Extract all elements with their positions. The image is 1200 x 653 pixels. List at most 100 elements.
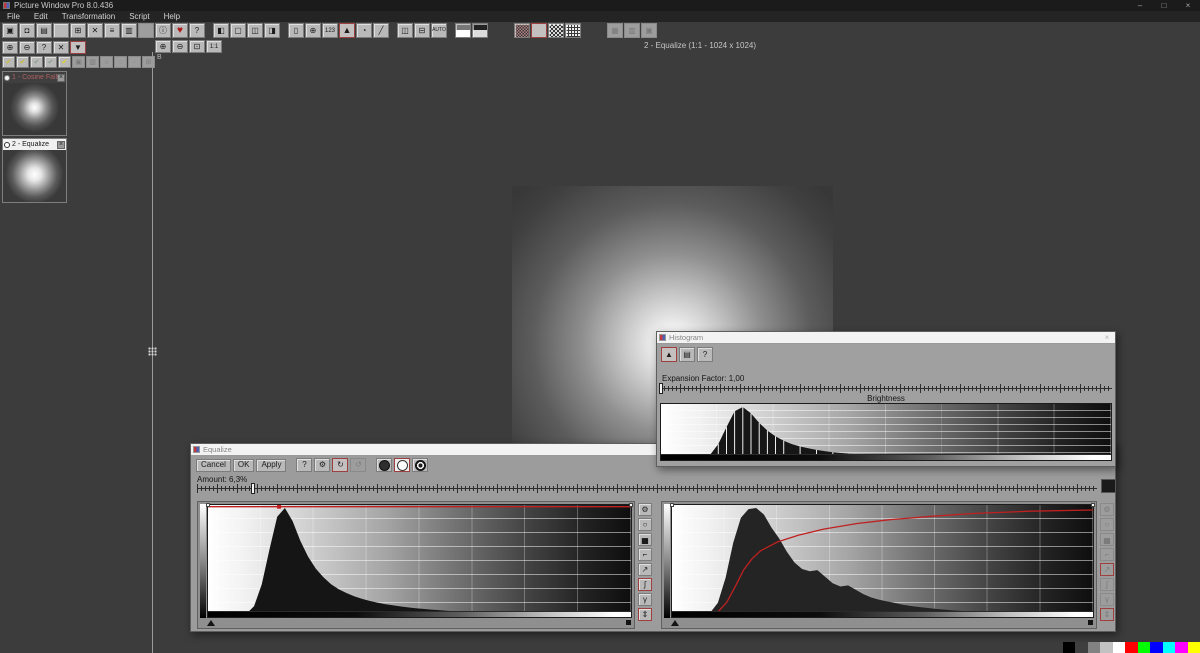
eq-s-curve-button[interactable]: ∫	[638, 578, 652, 591]
help-button[interactable]: ?	[189, 23, 205, 38]
eq-r-circle-button[interactable]: ○	[1100, 518, 1114, 531]
clipboard-button[interactable]: ▣	[72, 56, 85, 68]
zoom-out-button[interactable]: ⊖	[172, 40, 188, 53]
pan-zoom-out-button[interactable]: ⊖	[19, 41, 35, 54]
histogram-button[interactable]: ▲	[339, 23, 355, 38]
minimize-button[interactable]: –	[1128, 0, 1152, 11]
color-swatch[interactable]	[1075, 642, 1088, 653]
menu-button[interactable]: ≡	[104, 23, 120, 38]
paste-button[interactable]	[138, 23, 154, 38]
probe-button[interactable]: ▯	[288, 23, 304, 38]
auto-button[interactable]: AUTO	[431, 23, 447, 38]
new-image-button[interactable]: ◘	[19, 23, 35, 38]
white-point-marker[interactable]	[626, 620, 631, 625]
color-swatch[interactable]	[1188, 642, 1200, 653]
pattern-coarse-button[interactable]	[548, 23, 564, 38]
eq-histogram-button[interactable]: ▅	[638, 533, 652, 546]
color-swatch[interactable]	[1088, 642, 1101, 653]
pan-close-button[interactable]: ✕	[53, 41, 69, 54]
check-gray-1-button[interactable]: ✔	[30, 56, 43, 68]
color-swatch[interactable]	[1175, 642, 1188, 653]
check-gray-2-button[interactable]: ✔	[44, 56, 57, 68]
eq-expand-button[interactable]: ⇕	[638, 608, 652, 621]
overlay-b-button[interactable]: ▥	[624, 23, 640, 38]
eq-r-curve-button[interactable]: ↗	[1100, 563, 1114, 576]
color-swatch[interactable]	[1138, 642, 1151, 653]
splitter-button[interactable]: ⊞	[142, 56, 155, 68]
thumbnail-image[interactable]	[3, 150, 66, 202]
dot-button[interactable]: ·	[128, 56, 141, 68]
favorites-button[interactable]: ♥	[172, 23, 188, 38]
thumbnail-image[interactable]	[3, 83, 66, 135]
maximize-button[interactable]: □	[1152, 0, 1176, 11]
magnifier-button[interactable]: ⊕	[305, 23, 321, 38]
output-endpoint-right[interactable]	[1091, 503, 1095, 507]
color-swatch[interactable]	[1100, 642, 1113, 653]
expansion-factor-handle[interactable]	[659, 383, 663, 394]
duplicate-button[interactable]: ▥	[121, 23, 137, 38]
preview-ring-button[interactable]	[412, 458, 428, 472]
eq-r-options-button[interactable]: ⚙	[1100, 503, 1114, 516]
menu-item[interactable]: Help	[157, 11, 187, 22]
histogram-mode-button[interactable]: ▲	[661, 347, 677, 362]
thumbnail-header[interactable]: 2 - Equalize ×	[3, 139, 66, 150]
pane-right-button[interactable]: ◨	[264, 23, 280, 38]
print-button[interactable]: ⊞	[70, 23, 86, 38]
circle-a-button[interactable]: ○	[100, 56, 113, 68]
pattern-fine-button[interactable]	[514, 23, 530, 38]
pan-dropdown-button[interactable]: ▼	[70, 41, 86, 54]
color-swatch[interactable]	[1150, 642, 1163, 653]
eq-r-gamma-button[interactable]: γ	[1100, 593, 1114, 606]
eq-revert-button[interactable]: ↺	[350, 458, 366, 472]
menu-item[interactable]: Script	[122, 11, 156, 22]
pan-zoom-in-button[interactable]: ⊕	[2, 41, 18, 54]
thumbnail-close-button[interactable]: ×	[57, 74, 65, 82]
browse-button[interactable]: ▣	[2, 23, 18, 38]
split-h-button[interactable]: ⊟	[414, 23, 430, 38]
preview-white-button[interactable]	[394, 458, 410, 472]
hist-help-button[interactable]: ?	[697, 347, 713, 362]
color-swatch[interactable]	[1063, 642, 1076, 653]
preview-dark-button[interactable]	[376, 458, 392, 472]
histogram-titlebar[interactable]: Histogram ×	[657, 332, 1115, 344]
expansion-factor-slider[interactable]	[660, 384, 1112, 393]
layers-mode-button[interactable]: ▤	[679, 347, 695, 362]
eq-r-s-curve-button[interactable]: ∫	[1100, 578, 1114, 591]
curve-endpoint-right[interactable]	[629, 503, 633, 507]
eq-r-histogram-button[interactable]: ▅	[1100, 533, 1114, 546]
overlay-c-button[interactable]: ▣	[641, 23, 657, 38]
color-swatch[interactable]	[1125, 642, 1138, 653]
zoom-1to1-button[interactable]: 1:1	[206, 40, 222, 53]
tone-light-button[interactable]	[472, 23, 488, 38]
thumbnail-close-button[interactable]: ×	[57, 141, 65, 149]
zoom-fit-button[interactable]: ⊡	[189, 40, 205, 53]
readout-button[interactable]: 123	[322, 23, 338, 38]
amount-swatch[interactable]	[1101, 479, 1116, 493]
ok-button[interactable]: OK	[233, 459, 255, 472]
check-bright-button[interactable]: ✔	[58, 56, 71, 68]
color-swatch[interactable]	[1113, 642, 1126, 653]
curve-endpoint-left[interactable]	[206, 503, 210, 507]
thumbnail-header[interactable]: 1 - Cosine Falloff ×	[3, 72, 66, 83]
menu-item[interactable]: Transformation	[55, 11, 123, 22]
eq-settings-button[interactable]: ⚙	[314, 458, 330, 472]
menu-item[interactable]: File	[0, 11, 27, 22]
pattern-medium-button[interactable]	[531, 23, 547, 38]
histogram-close-button[interactable]: ×	[1099, 333, 1115, 342]
circle-b-button[interactable]: ◌	[114, 56, 127, 68]
close-image-button[interactable]: ✕	[87, 23, 103, 38]
pane-split-button[interactable]: ◫	[247, 23, 263, 38]
blank-button[interactable]	[53, 23, 69, 38]
info-button[interactable]: ⓘ	[155, 23, 171, 38]
save-button[interactable]: ▤	[36, 23, 52, 38]
eq-options-button[interactable]: ⚙	[638, 503, 652, 516]
pane-single-button[interactable]: ▢	[230, 23, 246, 38]
color-swatch[interactable]	[1163, 642, 1176, 653]
eq-gamma-button[interactable]: γ	[638, 593, 652, 606]
cancel-button[interactable]: Cancel	[196, 459, 231, 472]
eq-refresh-button[interactable]: ↻	[332, 458, 348, 472]
output-endpoint-left[interactable]	[670, 503, 674, 507]
amount-slider[interactable]	[197, 484, 1097, 493]
overlay-a-button[interactable]: ▦	[607, 23, 623, 38]
split-v-button[interactable]: ◫	[397, 23, 413, 38]
